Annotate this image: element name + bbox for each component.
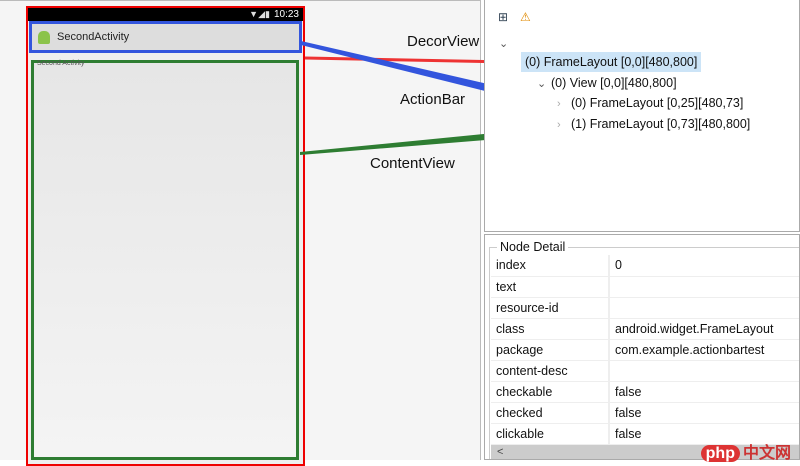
- property-name: content-desc: [491, 360, 610, 382]
- table-row[interactable]: index 0: [491, 255, 799, 277]
- decor-arrow-line: [304, 56, 511, 64]
- tree-view[interactable]: ⊞ ⚠ ⌄ (0) FrameLayout [0,0][480,800] ⌄ (0…: [484, 0, 800, 232]
- property-value: false: [609, 381, 799, 403]
- table-row[interactable]: resource-id: [491, 297, 799, 319]
- table-row[interactable]: package com.example.actionbartest: [491, 339, 799, 361]
- property-name: class: [491, 318, 610, 340]
- label-decorview: DecorView: [407, 33, 480, 50]
- table-row[interactable]: content-desc: [491, 360, 799, 382]
- expand-all-icon[interactable]: ⊞: [498, 10, 508, 24]
- table-row[interactable]: class android.widget.FrameLayout: [491, 318, 799, 340]
- tree-node[interactable]: › (1) FrameLayout [0,73][480,800]: [557, 114, 750, 134]
- property-value: [609, 360, 799, 382]
- property-value: false: [609, 402, 799, 424]
- tree-root-chevron[interactable]: ⌄: [499, 33, 513, 53]
- tree-node[interactable]: ⌄ (0) View [0,0][480,800]: [537, 73, 677, 93]
- watermark-badge: php: [700, 445, 740, 462]
- property-value: com.example.actionbartest: [609, 339, 799, 361]
- hierarchy-panel: ⊞ ⚠ ⌄ (0) FrameLayout [0,0][480,800] ⌄ (0…: [482, 0, 800, 463]
- tree-node-label: (0) FrameLayout [0,0][480,800]: [525, 55, 698, 69]
- property-name: package: [491, 339, 610, 361]
- property-value: android.widget.FrameLayout: [609, 318, 799, 340]
- property-name: clickable: [491, 423, 610, 445]
- property-name: checkable: [491, 381, 610, 403]
- tree-node-label: (0) View [0,0][480,800]: [551, 76, 677, 90]
- tree-node-label: (0) FrameLayout [0,25][480,73]: [571, 96, 744, 110]
- tree-node[interactable]: › (0) FrameLayout [0,25][480,73]: [557, 93, 743, 113]
- property-name: index: [491, 255, 610, 277]
- property-name: resource-id: [491, 297, 610, 319]
- property-value: [609, 297, 799, 319]
- property-value: [609, 276, 799, 298]
- watermark: php 中文网: [700, 439, 791, 463]
- table-row[interactable]: text: [491, 276, 799, 298]
- property-name: checked: [491, 402, 610, 424]
- node-detail-table: index 0 text resource-id class android.widget…: [491, 255, 799, 445]
- label-actionbar: ActionBar: [400, 91, 466, 108]
- table-row[interactable]: checkable false: [491, 381, 799, 403]
- tree-node[interactable]: (0) FrameLayout [0,0][480,800]: [521, 52, 702, 72]
- warning-icon[interactable]: ⚠: [520, 10, 531, 24]
- property-value: 0: [609, 255, 799, 277]
- label-contentview: ContentView: [370, 155, 455, 172]
- property-name: text: [491, 276, 610, 298]
- table-row[interactable]: checked false: [491, 402, 799, 424]
- tree-node-label: (1) FrameLayout [0,73][480,800]: [571, 117, 751, 131]
- watermark-text: 中文网: [742, 445, 791, 462]
- node-detail-title: Node Detail: [497, 240, 569, 254]
- node-detail-panel: Node Detail index 0 text resource-id class an…: [484, 234, 800, 463]
